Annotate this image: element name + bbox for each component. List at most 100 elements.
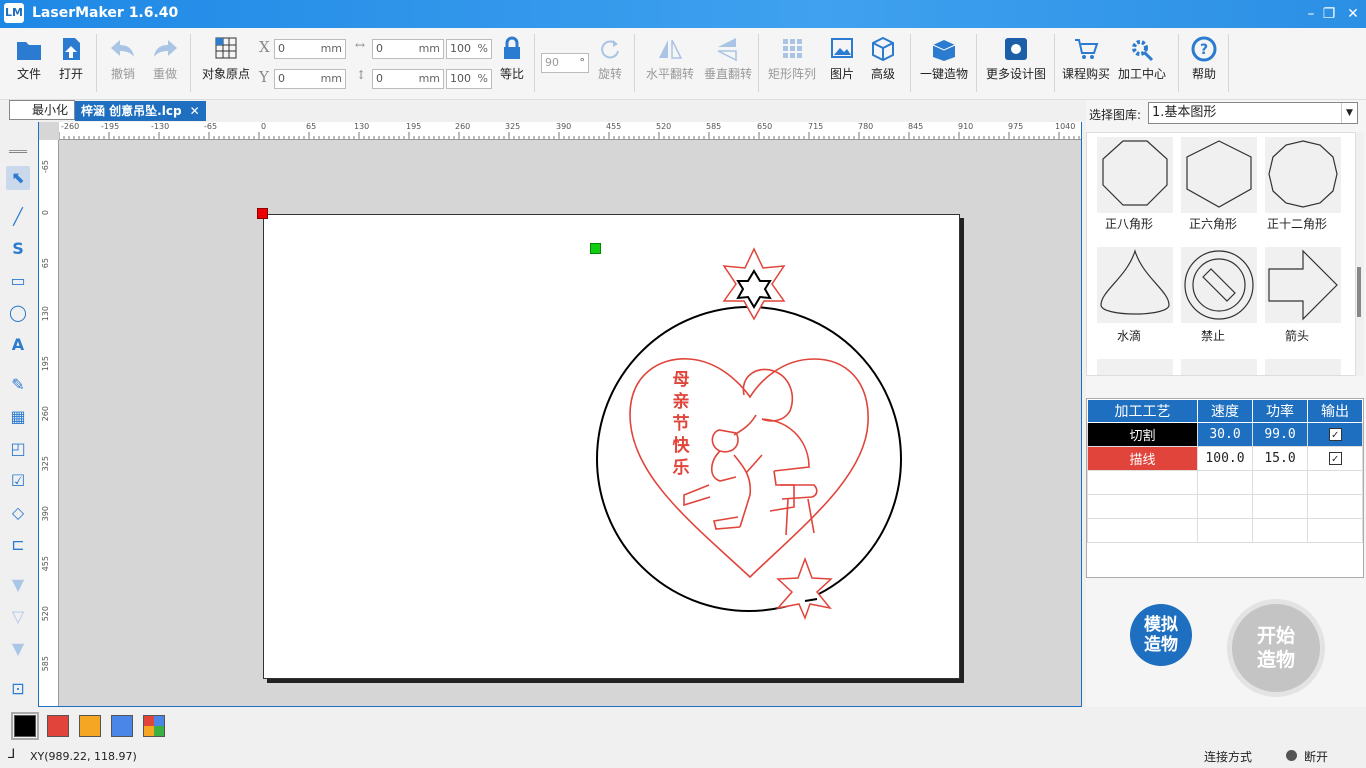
- flip-vertical-icon: [717, 38, 737, 62]
- close-button[interactable]: ✕: [1338, 0, 1366, 28]
- library-select[interactable]: 1.基本图形 ▼: [1148, 102, 1358, 124]
- ellipse-tool-icon[interactable]: ◯: [6, 301, 30, 325]
- process-name-cut[interactable]: 切割: [1087, 422, 1198, 447]
- document-tab[interactable]: 梓涵 创意吊坠.lcp ✕: [75, 101, 206, 121]
- file-button[interactable]: 文件: [12, 36, 46, 82]
- selection-handle-green[interactable]: [590, 243, 601, 254]
- color-bar: [0, 707, 1366, 745]
- output-cell[interactable]: ✓: [1307, 422, 1363, 447]
- one-click-button[interactable]: 一键造物: [916, 36, 972, 82]
- rotate-button[interactable]: 旋转: [594, 36, 626, 82]
- art-char-5: 乐: [673, 458, 690, 478]
- coords-icon: ⅃: [8, 747, 16, 762]
- object-origin-button[interactable]: 对象原点: [198, 36, 254, 82]
- power-cell[interactable]: 99.0: [1252, 422, 1308, 447]
- shape-dodecagon[interactable]: [1265, 137, 1341, 213]
- table-row[interactable]: 切割 30.0 99.0 ✓: [1087, 422, 1363, 447]
- speed-cell[interactable]: 100.0: [1197, 446, 1253, 471]
- table-tool-icon[interactable]: ▦: [6, 405, 30, 429]
- scrollbar-thumb[interactable]: [1357, 267, 1361, 317]
- shape-more-1[interactable]: [1097, 359, 1173, 375]
- shape-arrow[interactable]: [1265, 247, 1341, 323]
- color-swatch-black[interactable]: [11, 712, 39, 740]
- mother-child-illustration[interactable]: [683, 368, 818, 536]
- process-table: 加工工艺 速度 功率 输出 切割 30.0 99.0 ✓ 描线 100.0 15…: [1086, 398, 1364, 578]
- vertical-flip-button[interactable]: 垂直翻转: [700, 36, 756, 82]
- horizontal-flip-button[interactable]: 水平翻转: [642, 36, 698, 82]
- color-swatch-red[interactable]: [47, 715, 69, 737]
- octagon-icon: [1102, 140, 1168, 206]
- gallery-scrollbar[interactable]: [1356, 132, 1364, 376]
- power-cell[interactable]: 15.0: [1252, 446, 1308, 471]
- undo-button[interactable]: 撤销: [106, 36, 140, 82]
- toolbox-icon[interactable]: ⊡: [6, 677, 30, 701]
- angle-input[interactable]: 90 °: [541, 53, 589, 73]
- width-icon: ↔: [355, 38, 366, 52]
- status-bar: ⅃ XY(989.22, 118.97) 连接方式 断开: [0, 745, 1366, 768]
- y-input[interactable]: 0 mm: [274, 69, 346, 89]
- output-checkbox[interactable]: ✓: [1328, 452, 1342, 465]
- distribute-tool-icon[interactable]: ▽: [6, 605, 30, 629]
- x-input[interactable]: 0 mm: [274, 39, 346, 59]
- art-char-3: 节: [673, 413, 690, 434]
- canvas-area[interactable]: -260 -195 -130 -65 0 65 130 195 260 325 …: [38, 122, 1082, 707]
- chevron-down-icon: ▼: [1341, 103, 1357, 123]
- image-button[interactable]: 图片: [826, 36, 858, 82]
- text-tool-icon[interactable]: A: [6, 333, 30, 357]
- outer-circle[interactable]: [596, 306, 902, 612]
- open-file-icon: [63, 38, 80, 60]
- processing-center-button[interactable]: 加工中心: [1114, 36, 1170, 82]
- dimension-tool-icon[interactable]: ⊏: [6, 533, 30, 557]
- height-input[interactable]: 0 mm: [372, 69, 444, 89]
- rectangle-tool-icon[interactable]: ▭: [6, 269, 30, 293]
- select-tool-icon[interactable]: ⬉: [6, 166, 30, 190]
- toolbar: 文件 打开 撤销 重做 对象原点 X Y 0 mm 0 mm ↔ ↕ 0 mm 0 mm…: [0, 28, 1366, 100]
- more-designs-button[interactable]: 更多设计图: [982, 36, 1050, 82]
- tab-close-icon[interactable]: ✕: [190, 104, 200, 118]
- course-button[interactable]: 课程购买: [1060, 36, 1112, 82]
- lock-ratio-button[interactable]: 等比: [496, 36, 528, 82]
- advanced-button[interactable]: 高级: [866, 36, 900, 82]
- shape-more-3[interactable]: [1265, 359, 1341, 375]
- simulate-button[interactable]: 模拟 造物: [1130, 604, 1192, 666]
- work-board[interactable]: 母 亲 节 快 乐: [263, 214, 960, 679]
- measure-tool-icon[interactable]: ✎: [6, 373, 30, 397]
- speed-cell[interactable]: 30.0: [1197, 422, 1253, 447]
- redo-button[interactable]: 重做: [148, 36, 182, 82]
- shape-octagon[interactable]: [1097, 137, 1173, 213]
- open-button[interactable]: 打开: [54, 36, 88, 82]
- rect-array-button[interactable]: 矩形阵列: [764, 36, 820, 82]
- align-tool-icon[interactable]: ▼: [6, 573, 30, 597]
- shape-more-2[interactable]: [1181, 359, 1257, 375]
- title-bar: LM LaserMaker 1.6.40 – ❐ ✕: [0, 0, 1366, 28]
- curve-tool-icon[interactable]: S: [6, 237, 30, 261]
- artwork[interactable]: 母 亲 节 快 乐: [264, 215, 961, 680]
- edit-tool-icon[interactable]: ☑: [6, 469, 30, 493]
- width-input[interactable]: 0 mm: [372, 39, 444, 59]
- height-percent-input[interactable]: 100%: [446, 69, 492, 89]
- eraser-tool-icon[interactable]: ◇: [6, 501, 30, 525]
- color-swatch-orange[interactable]: [79, 715, 101, 737]
- color-swatch-multi[interactable]: [143, 715, 165, 737]
- selection-handle-red[interactable]: [257, 208, 268, 219]
- vertical-ruler: -65 0 65 130 195 260 325 390 455 520 585: [39, 140, 59, 706]
- line-tool-icon[interactable]: ╱: [6, 205, 30, 229]
- shape-drop[interactable]: [1097, 247, 1173, 323]
- heart-outline[interactable]: [629, 358, 869, 579]
- app-title: LaserMaker 1.6.40: [32, 5, 179, 21]
- output-checkbox[interactable]: ✓: [1328, 428, 1342, 441]
- process-name-trace[interactable]: 描线: [1087, 446, 1198, 471]
- width-percent-input[interactable]: 100%: [446, 39, 492, 59]
- help-button[interactable]: ? 帮助: [1186, 36, 1222, 82]
- output-cell[interactable]: ✓: [1307, 446, 1363, 471]
- rotate-icon: [601, 40, 619, 59]
- color-swatch-blue[interactable]: [111, 715, 133, 737]
- x-label: X: [259, 38, 270, 56]
- arrange-tool-icon[interactable]: ▼: [6, 637, 30, 661]
- frame-tool-icon[interactable]: ◰: [6, 437, 30, 461]
- shape-forbidden[interactable]: [1181, 247, 1257, 323]
- table-row[interactable]: 描线 100.0 15.0 ✓: [1087, 446, 1363, 471]
- bottom-star[interactable]: [776, 556, 833, 621]
- shape-hexagon[interactable]: [1181, 137, 1257, 213]
- start-button[interactable]: 开始 造物: [1227, 599, 1325, 697]
